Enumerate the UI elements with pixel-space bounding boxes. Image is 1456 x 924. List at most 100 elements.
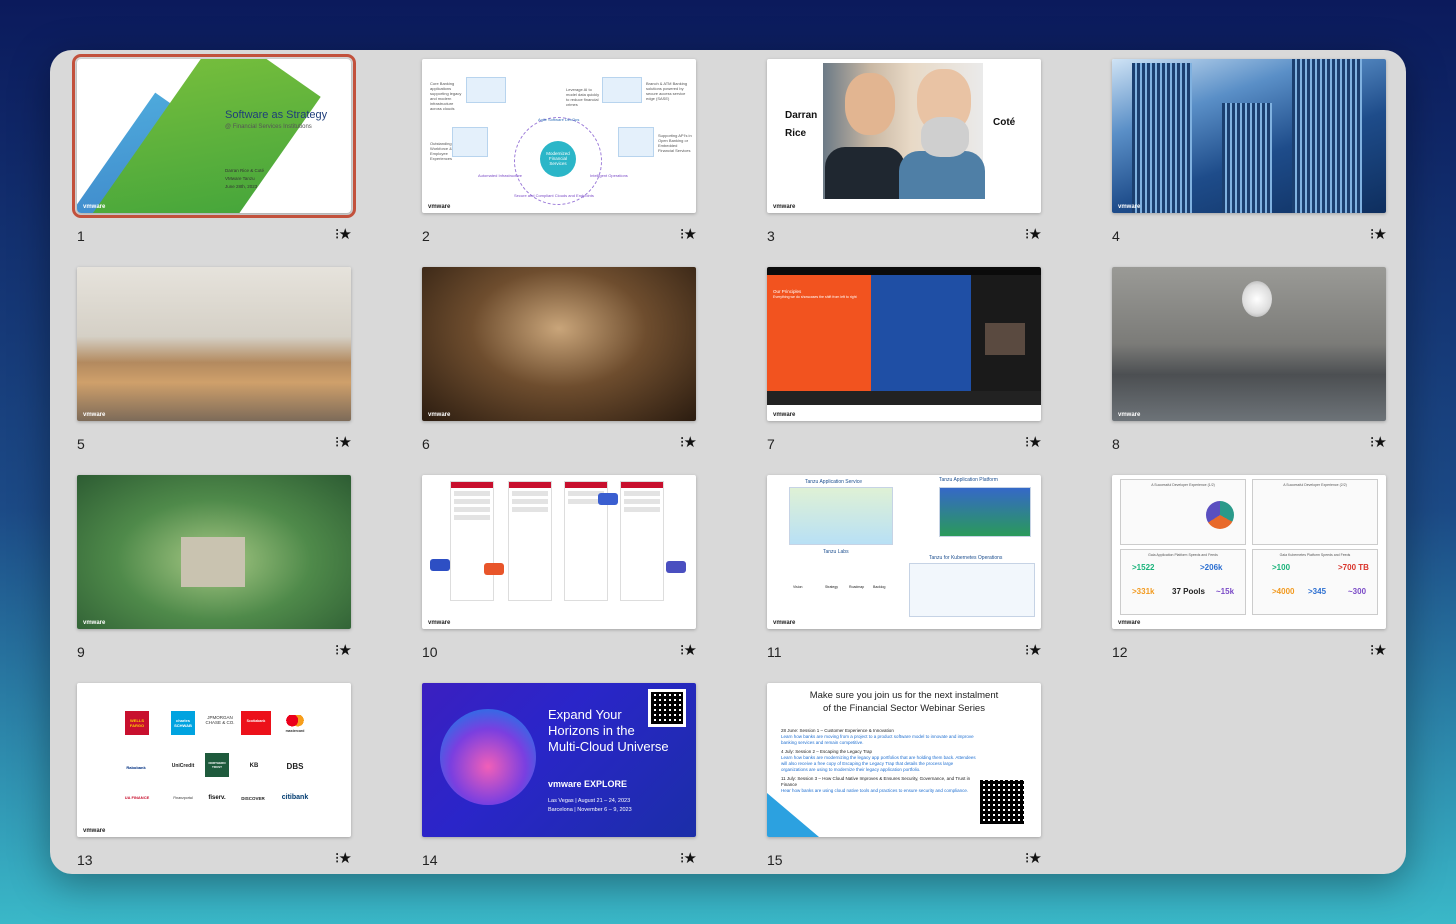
slide-thumbnail[interactable]: Make sure you join us for the next insta… <box>767 683 1041 837</box>
finanzportal-logo: Finanzportal <box>173 796 193 800</box>
speaker-first-name: Darran <box>785 110 818 121</box>
slide-number: 13 <box>77 852 93 868</box>
app-screenshot <box>620 481 664 601</box>
vmware-logo: vmware <box>428 412 451 418</box>
fiserv-logo: fiserv. <box>208 795 226 801</box>
vmware-logo: vmware <box>83 620 106 626</box>
northern-trust-logo: NORTHERN TRUST <box>205 753 229 777</box>
vmware-logo: vmware <box>428 620 451 626</box>
star-icon[interactable]: ⁝★ <box>335 849 352 867</box>
slide-subheading: Everything we do showcases the shift fro… <box>773 295 857 299</box>
slide-7[interactable]: Our Principles Everything we do showcase… <box>767 267 1042 475</box>
mastercard-logo: mastercard <box>281 715 309 733</box>
slide-heading: Our Principles <box>773 289 802 294</box>
skyscrapers-photo <box>1112 59 1386 213</box>
slide-thumbnail[interactable]: Our Principles Everything we do showcase… <box>767 267 1041 421</box>
dbs-logo: DBS <box>286 762 304 771</box>
slide-thumbnail[interactable]: vmware <box>1112 59 1386 213</box>
slide-number: 2 <box>422 228 430 244</box>
star-icon[interactable]: ⁝★ <box>680 849 697 867</box>
slide-15[interactable]: Make sure you join us for the next insta… <box>767 683 1042 891</box>
slide-number: 7 <box>767 436 775 452</box>
star-icon[interactable]: ⁝★ <box>1370 641 1387 659</box>
star-icon[interactable]: ⁝★ <box>680 433 697 451</box>
vmware-logo: vmware <box>428 204 451 210</box>
slide-thumbnail[interactable]: vmware <box>1112 267 1386 421</box>
slide-sorter-window: Software as Strategy @ Financial Service… <box>50 50 1406 874</box>
slide-13[interactable]: WELLS FARGO charles SCHWAB JPMORGAN CHAS… <box>77 683 352 891</box>
vmware-logo: vmware <box>83 412 106 418</box>
slide-11[interactable]: Tanzu Application Service Tanzu Applicat… <box>767 475 1042 683</box>
paper-chaos-photo <box>422 267 696 421</box>
star-icon[interactable]: ⁝★ <box>680 225 697 243</box>
star-icon[interactable]: ⁝★ <box>1025 849 1042 867</box>
slide-number: 11 <box>767 644 782 660</box>
star-icon[interactable]: ⁝★ <box>1025 433 1042 451</box>
slide-14[interactable]: Expand Your Horizons in the Multi-Cloud … <box>422 683 697 891</box>
slide-thumbnail[interactable]: vmware <box>77 475 351 629</box>
slide-thumbnail[interactable]: A Successful Developer Experience (1/2) … <box>1112 475 1386 629</box>
star-icon[interactable]: ⁝★ <box>1370 433 1387 451</box>
slide-subtitle: @ Financial Services Institutions <box>225 124 312 130</box>
vmware-logo: vmware <box>83 204 106 210</box>
slide-number: 8 <box>1112 436 1120 452</box>
star-icon[interactable]: ⁝★ <box>1025 641 1042 659</box>
speaker-last-name: Rice <box>785 128 807 139</box>
slide-thumbnail[interactable]: Darran Rice Coté vmware <box>767 59 1041 213</box>
slide-number: 3 <box>767 228 775 244</box>
planet-illustration <box>440 709 536 805</box>
app-screenshot <box>450 481 494 601</box>
slide-4[interactable]: vmware 4 ⁝★ <box>1112 59 1387 267</box>
slide-thumbnail[interactable]: Software as Strategy @ Financial Service… <box>72 54 356 218</box>
slide-9[interactable]: vmware 9 ⁝★ <box>77 475 352 683</box>
star-icon[interactable]: ⁝★ <box>335 641 352 659</box>
slide-grid: Software as Strategy @ Financial Service… <box>72 54 1387 891</box>
slide-5[interactable]: vmware 5 ⁝★ <box>77 267 352 475</box>
slide-6[interactable]: vmware 6 ⁝★ <box>422 267 697 475</box>
scotiabank-logo: Scotiabank <box>241 711 271 735</box>
star-icon[interactable]: ⁝★ <box>1025 225 1042 243</box>
slide-authors: Darran Rice & Coté <box>225 168 265 173</box>
slide-8[interactable]: vmware 8 ⁝★ <box>1112 267 1387 475</box>
qr-code-icon <box>977 777 1027 827</box>
star-icon[interactable]: ⁝★ <box>335 433 352 451</box>
slide-number: 10 <box>422 644 438 660</box>
bank-building-icon <box>181 537 245 587</box>
star-icon[interactable]: ⁝★ <box>335 225 352 243</box>
slide-number: 4 <box>1112 228 1120 244</box>
schwab-logo: charles SCHWAB <box>171 711 195 735</box>
lightbulb-icon <box>1242 281 1272 317</box>
kb-logo: KB <box>249 763 259 769</box>
slide-thumbnail[interactable]: WELLS FARGO charles SCHWAB JPMORGAN CHAS… <box>77 683 351 837</box>
star-icon[interactable]: ⁝★ <box>1370 225 1387 243</box>
vmware-logo: vmware <box>1118 412 1141 418</box>
slide-thumbnail[interactable]: vmware <box>422 475 696 629</box>
slide-title: Software as Strategy <box>225 109 328 121</box>
vmware-logo: vmware <box>773 412 796 418</box>
slide-10[interactable]: vmware 10 ⁝★ <box>422 475 697 683</box>
slide-thumbnail[interactable]: Expand Your Horizons in the Multi-Cloud … <box>422 683 696 837</box>
slide-12[interactable]: A Successful Developer Experience (1/2) … <box>1112 475 1387 683</box>
vmware-logo: vmware <box>773 204 796 210</box>
slide-number: 14 <box>422 852 438 868</box>
slide-thumbnail[interactable]: Modernized Financial Services Core Banki… <box>422 59 696 213</box>
slide-date: June 28th, 2023 <box>225 184 258 189</box>
slide-1[interactable]: Software as Strategy @ Financial Service… <box>72 54 356 267</box>
slide-number: 1 <box>77 228 85 244</box>
ua-finance-logo: UA FINANCE <box>124 795 150 800</box>
star-icon[interactable]: ⁝★ <box>680 641 697 659</box>
slide-thumbnail[interactable]: vmware <box>422 267 696 421</box>
slide-number: 9 <box>77 644 85 660</box>
slide-thumbnail[interactable]: Tanzu Application Service Tanzu Applicat… <box>767 475 1041 629</box>
meeting-room-photo <box>77 267 351 421</box>
slide-3[interactable]: Darran Rice Coté vmware 3 ⁝★ <box>767 59 1042 267</box>
jpmorgan-logo: JPMORGAN CHASE & CO. <box>205 715 235 725</box>
slide-thumbnail[interactable]: vmware <box>77 267 351 421</box>
slide-number: 12 <box>1112 644 1128 660</box>
citibank-logo: citibank <box>281 794 309 801</box>
app-screenshot <box>508 481 552 601</box>
slide-number: 5 <box>77 436 85 452</box>
venn-diagram <box>1206 501 1234 529</box>
slide-number: 6 <box>422 436 430 452</box>
slide-2[interactable]: Modernized Financial Services Core Banki… <box>422 59 697 267</box>
